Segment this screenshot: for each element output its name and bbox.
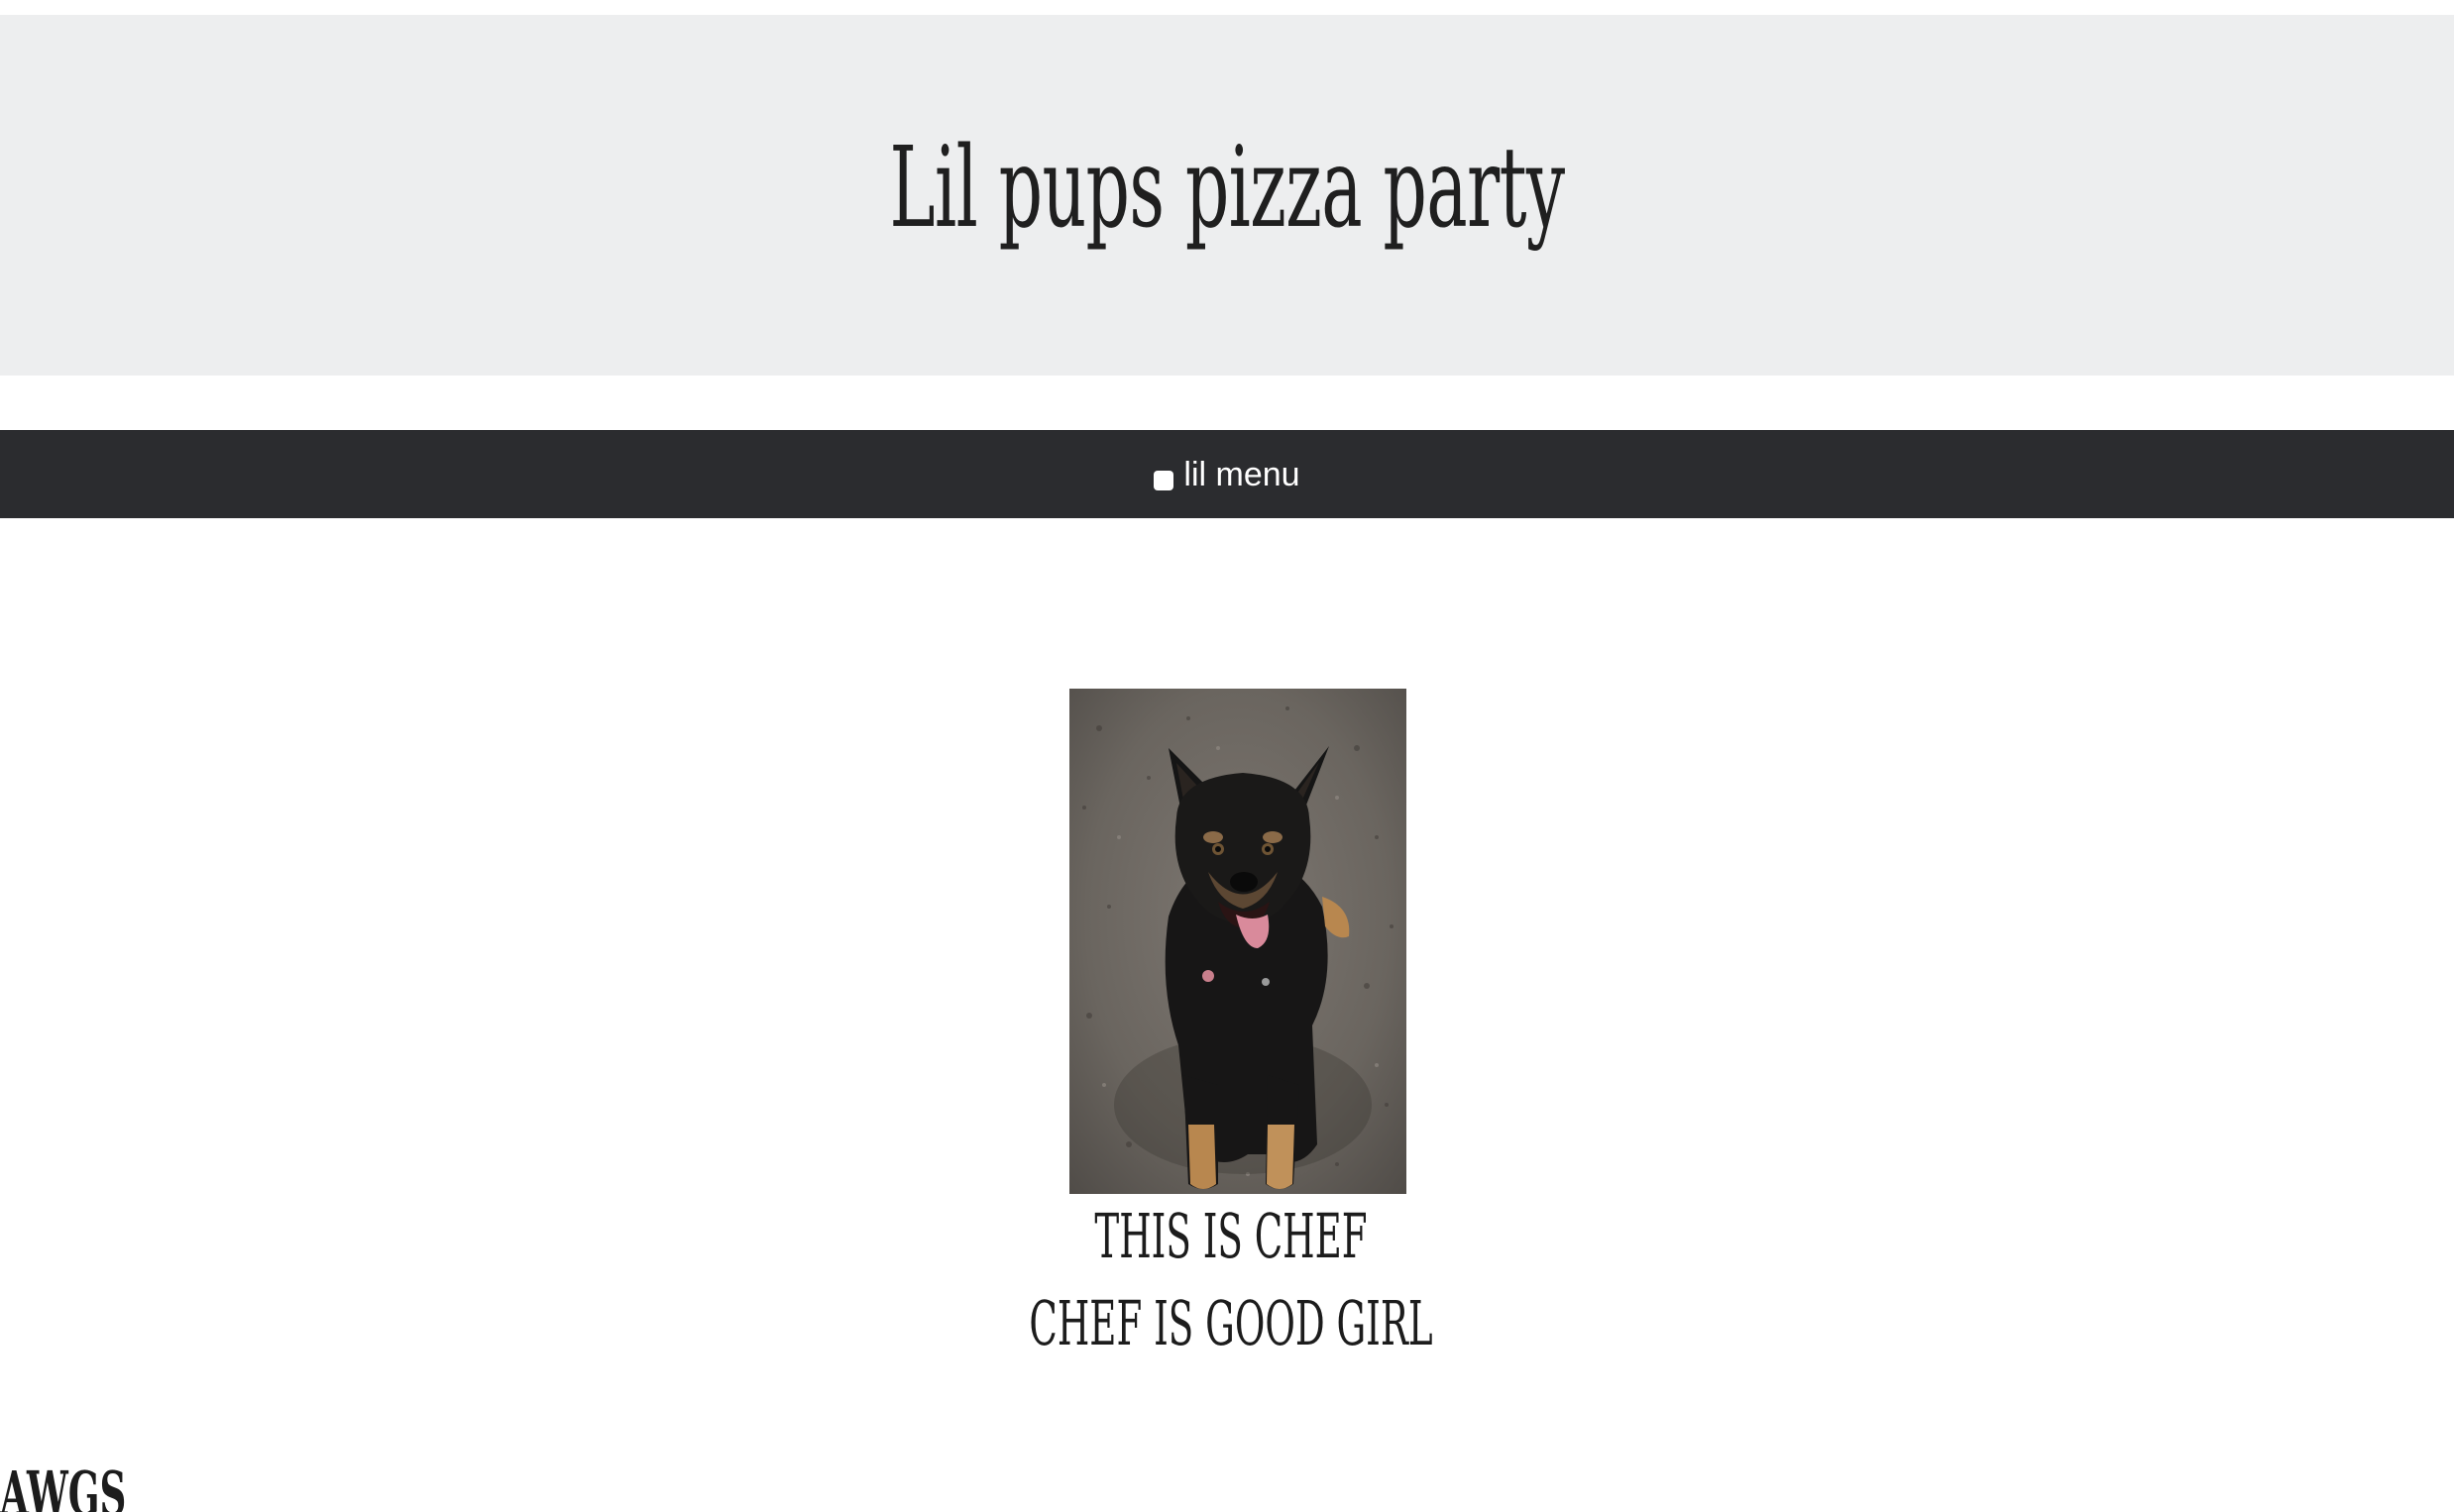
section-heading: AWGS	[0, 1458, 127, 1512]
dog-photo	[1069, 689, 1406, 1194]
photo-caption-line2: CHEF IS GOOD GIRL	[1029, 1287, 1433, 1359]
menu-toggle[interactable]: lil menu	[1154, 455, 1300, 494]
menu-label[interactable]: lil menu	[1183, 455, 1299, 494]
navbar: lil menu	[0, 430, 2454, 518]
page: Lil pups pizza party lil menu THIS IS CH…	[0, 0, 2454, 1512]
menu-checkbox[interactable]	[1154, 470, 1174, 490]
site-title: Lil pups pizza party	[889, 124, 1565, 253]
photo-caption-line1: THIS IS CHEF	[1094, 1200, 1368, 1272]
